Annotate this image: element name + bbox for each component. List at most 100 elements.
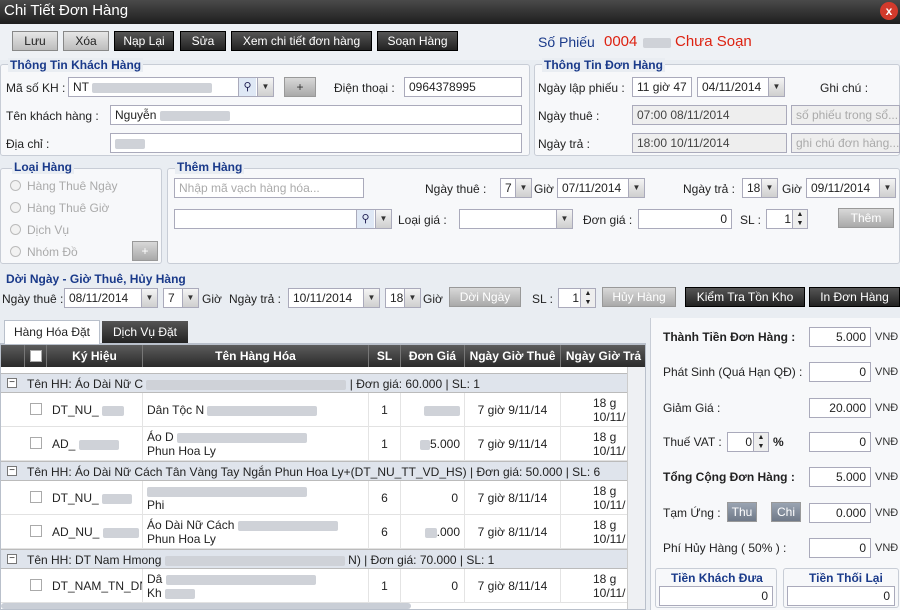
radio-service[interactable] (10, 224, 21, 235)
radio-group[interactable] (10, 246, 21, 257)
tab-goods[interactable]: Hàng Hóa Đặt (4, 320, 100, 344)
barcode-input[interactable]: Nhập mã vạch hàng hóa... (174, 178, 364, 198)
chevron-down-icon[interactable]: ▼ (761, 179, 777, 197)
chevron-down-icon[interactable]: ▼ (182, 289, 198, 307)
phone-input[interactable]: 0964378995 (404, 77, 522, 97)
type-option-hourly: Hàng Thuê Giờ (27, 201, 110, 215)
currency-label: VNĐ (875, 331, 899, 343)
row-price: 5.000 (401, 427, 465, 461)
delete-button[interactable]: Xóa (63, 31, 109, 51)
reload-button[interactable]: Nạp Lại (114, 31, 174, 51)
view-detail-button[interactable]: Xem chi tiết đơn hàng (231, 31, 372, 51)
advance-value: 0.000 (809, 503, 871, 523)
customer-pay-label: Tiền Khách Đưa (671, 571, 763, 585)
so-phieu-book-input[interactable]: số phiếu trong sổ... (791, 105, 900, 125)
grid-header-rent[interactable]: Ngày Giờ Thuê (465, 345, 561, 367)
order-note-input[interactable]: ghi chú đơn hàng... (791, 133, 900, 153)
order-panel-title: Thông Tin Đơn Hàng (542, 58, 665, 72)
table-row[interactable]: AD_ Áo D Phun Hoa Ly 1 5.000 7 giờ 9/11/… (1, 427, 645, 461)
radio-daily[interactable] (10, 180, 21, 191)
customer-name-input[interactable]: Nguyễn (110, 105, 522, 125)
resched-qty-stepper[interactable]: ▲ ▼ (580, 289, 595, 307)
table-row[interactable]: DT_NU_ Phi 6 0 7 giờ 8/11/14 18 g 10/11/ (1, 481, 645, 515)
tab-services[interactable]: Dịch Vụ Đặt (102, 321, 188, 343)
chevron-down-icon[interactable]: ▼ (628, 179, 644, 197)
row-price: .000 (401, 515, 465, 549)
search-icon[interactable]: ⚲ (238, 78, 256, 96)
table-row[interactable]: AD_NU_ Áo Dài Nữ Cách Phun Hoa Ly 6 .000… (1, 515, 645, 549)
collapse-icon[interactable]: − (7, 378, 17, 388)
search-icon[interactable]: ⚲ (356, 210, 374, 228)
type-option-group: Nhóm Đồ (27, 245, 78, 259)
horizontal-scrollbar[interactable] (1, 603, 411, 609)
save-button[interactable]: Lưu (12, 31, 58, 51)
group-row[interactable]: − Tên HH: Áo Dài Nữ C | Đơn giá: 60.000 … (1, 373, 645, 393)
row-checkbox[interactable] (30, 491, 42, 503)
chevron-down-icon[interactable]: ▼ (556, 210, 572, 228)
row-checkbox[interactable] (30, 403, 42, 415)
unit-price-input[interactable]: 0 (638, 209, 732, 229)
order-time-input[interactable]: 11 giờ 47 (632, 77, 692, 97)
customer-pay-input[interactable]: 0 (659, 586, 773, 606)
address-input[interactable] (110, 133, 522, 153)
table-row[interactable]: DT_NAM_TN_DN Dâ Kh 1 0 7 giờ 8/11/14 18 … (1, 569, 645, 603)
row-code: DT_NU_ (47, 481, 143, 515)
chevron-down-icon[interactable]: ▼ (768, 78, 784, 96)
grid-header-return[interactable]: Ngày Giờ Trả (561, 345, 645, 367)
row-checkbox[interactable] (30, 525, 42, 537)
add-customer-button[interactable]: + (284, 77, 316, 97)
edit-button[interactable]: Sửa (180, 31, 226, 51)
collapse-icon[interactable]: − (7, 466, 17, 476)
row-code: DT_NAM_TN_DN (47, 569, 143, 603)
grid-header-price[interactable]: Đơn Giá (401, 345, 465, 367)
add-return-label: Ngày trả : (683, 182, 736, 196)
discount-value[interactable]: 20.000 (809, 398, 871, 418)
currency-label: VNĐ (875, 471, 899, 483)
table-row[interactable]: DT_NU_ Dân Tộc N 1 7 giờ 9/11/14 18 g 10/… (1, 393, 645, 427)
chi-button[interactable]: Chi (771, 502, 801, 522)
vat-label: Thuế VAT : (663, 435, 722, 449)
chevron-down-icon[interactable]: ▼ (515, 179, 531, 197)
total-label: Thành Tiền Đơn Hàng : (663, 330, 796, 344)
resched-return-label: Ngày trả : (229, 292, 282, 306)
row-qty: 1 (369, 569, 401, 603)
vat-stepper[interactable]: ▲ ▼ (753, 433, 768, 451)
add-item-button[interactable]: Thêm (838, 208, 894, 228)
grand-total-value: 5.000 (809, 467, 871, 487)
resched-qty-label: SL : (532, 292, 553, 306)
vertical-scrollbar[interactable] (627, 367, 645, 609)
chevron-down-icon[interactable]: ▼ (879, 179, 895, 197)
compose-button[interactable]: Soạn Hàng (377, 31, 458, 51)
thu-button[interactable]: Thu (727, 502, 757, 522)
grid-header-qty[interactable]: SL (369, 345, 401, 367)
qty-stepper[interactable]: ▲ ▼ (792, 210, 807, 228)
radio-hourly[interactable] (10, 202, 21, 213)
chevron-down-icon[interactable]: ▼ (404, 289, 420, 307)
collapse-icon[interactable]: − (7, 554, 17, 564)
summary-panel: Thành Tiền Đơn Hàng : 5.000 VNĐ Phát Sin… (650, 318, 900, 610)
row-checkbox[interactable] (30, 579, 42, 591)
select-all-checkbox[interactable] (30, 350, 42, 362)
cancel-item-button[interactable]: Hủy Hàng (602, 287, 676, 307)
check-stock-button[interactable]: Kiểm Tra Tồn Kho (685, 287, 805, 307)
chevron-down-icon[interactable]: ▼ (363, 289, 379, 307)
row-checkbox[interactable] (30, 437, 42, 449)
chevron-down-icon[interactable]: ▼ (257, 78, 273, 96)
group-row[interactable]: − Tên HH: DT Nam Hmong N) | Đơn giá: 70.… (1, 549, 645, 569)
vat-unit: % (773, 435, 784, 449)
extra-value[interactable]: 0 (809, 362, 871, 382)
add-type-button[interactable]: + (132, 241, 158, 261)
grid-header-code[interactable]: Ký Hiệu (47, 345, 143, 367)
row-qty: 1 (369, 427, 401, 461)
currency-label: VNĐ (875, 366, 899, 378)
chevron-down-icon[interactable]: ▼ (141, 289, 157, 307)
print-order-button[interactable]: In Đơn Hàng (809, 287, 900, 307)
chevron-down-icon[interactable]: ▼ (375, 210, 391, 228)
grid-header-name[interactable]: Tên Hàng Hóa (143, 345, 369, 367)
grid-header-checkbox[interactable] (25, 345, 47, 367)
move-date-button[interactable]: Dời Ngày (449, 287, 521, 307)
close-icon[interactable]: x (880, 2, 898, 20)
change-value: 0 (787, 586, 895, 606)
qty-label: SL : (740, 213, 761, 227)
group-row[interactable]: − Tên HH: Áo Dài Nữ Cách Tân Vàng Tay Ng… (1, 461, 645, 481)
